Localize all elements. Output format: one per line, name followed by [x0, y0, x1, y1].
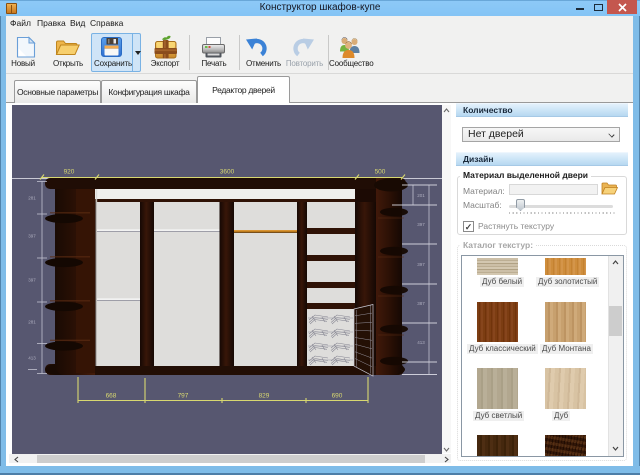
svg-text:690: 690 — [332, 393, 343, 400]
svg-text:3600: 3600 — [220, 169, 235, 176]
svg-text:668: 668 — [106, 393, 117, 400]
svg-text:397: 397 — [417, 222, 425, 227]
svg-text:797: 797 — [178, 393, 189, 400]
svg-text:413: 413 — [417, 340, 425, 345]
svg-text:397: 397 — [28, 234, 36, 239]
svg-text:397: 397 — [417, 262, 425, 267]
svg-text:413: 413 — [28, 356, 36, 361]
svg-text:281: 281 — [28, 196, 36, 201]
svg-text:397: 397 — [28, 278, 36, 283]
svg-text:387: 387 — [417, 301, 425, 306]
svg-text:281: 281 — [28, 320, 36, 325]
svg-text:201: 201 — [417, 193, 425, 198]
svg-text:829: 829 — [259, 393, 270, 400]
svg-text:920: 920 — [64, 169, 75, 176]
svg-text:500: 500 — [375, 169, 386, 176]
